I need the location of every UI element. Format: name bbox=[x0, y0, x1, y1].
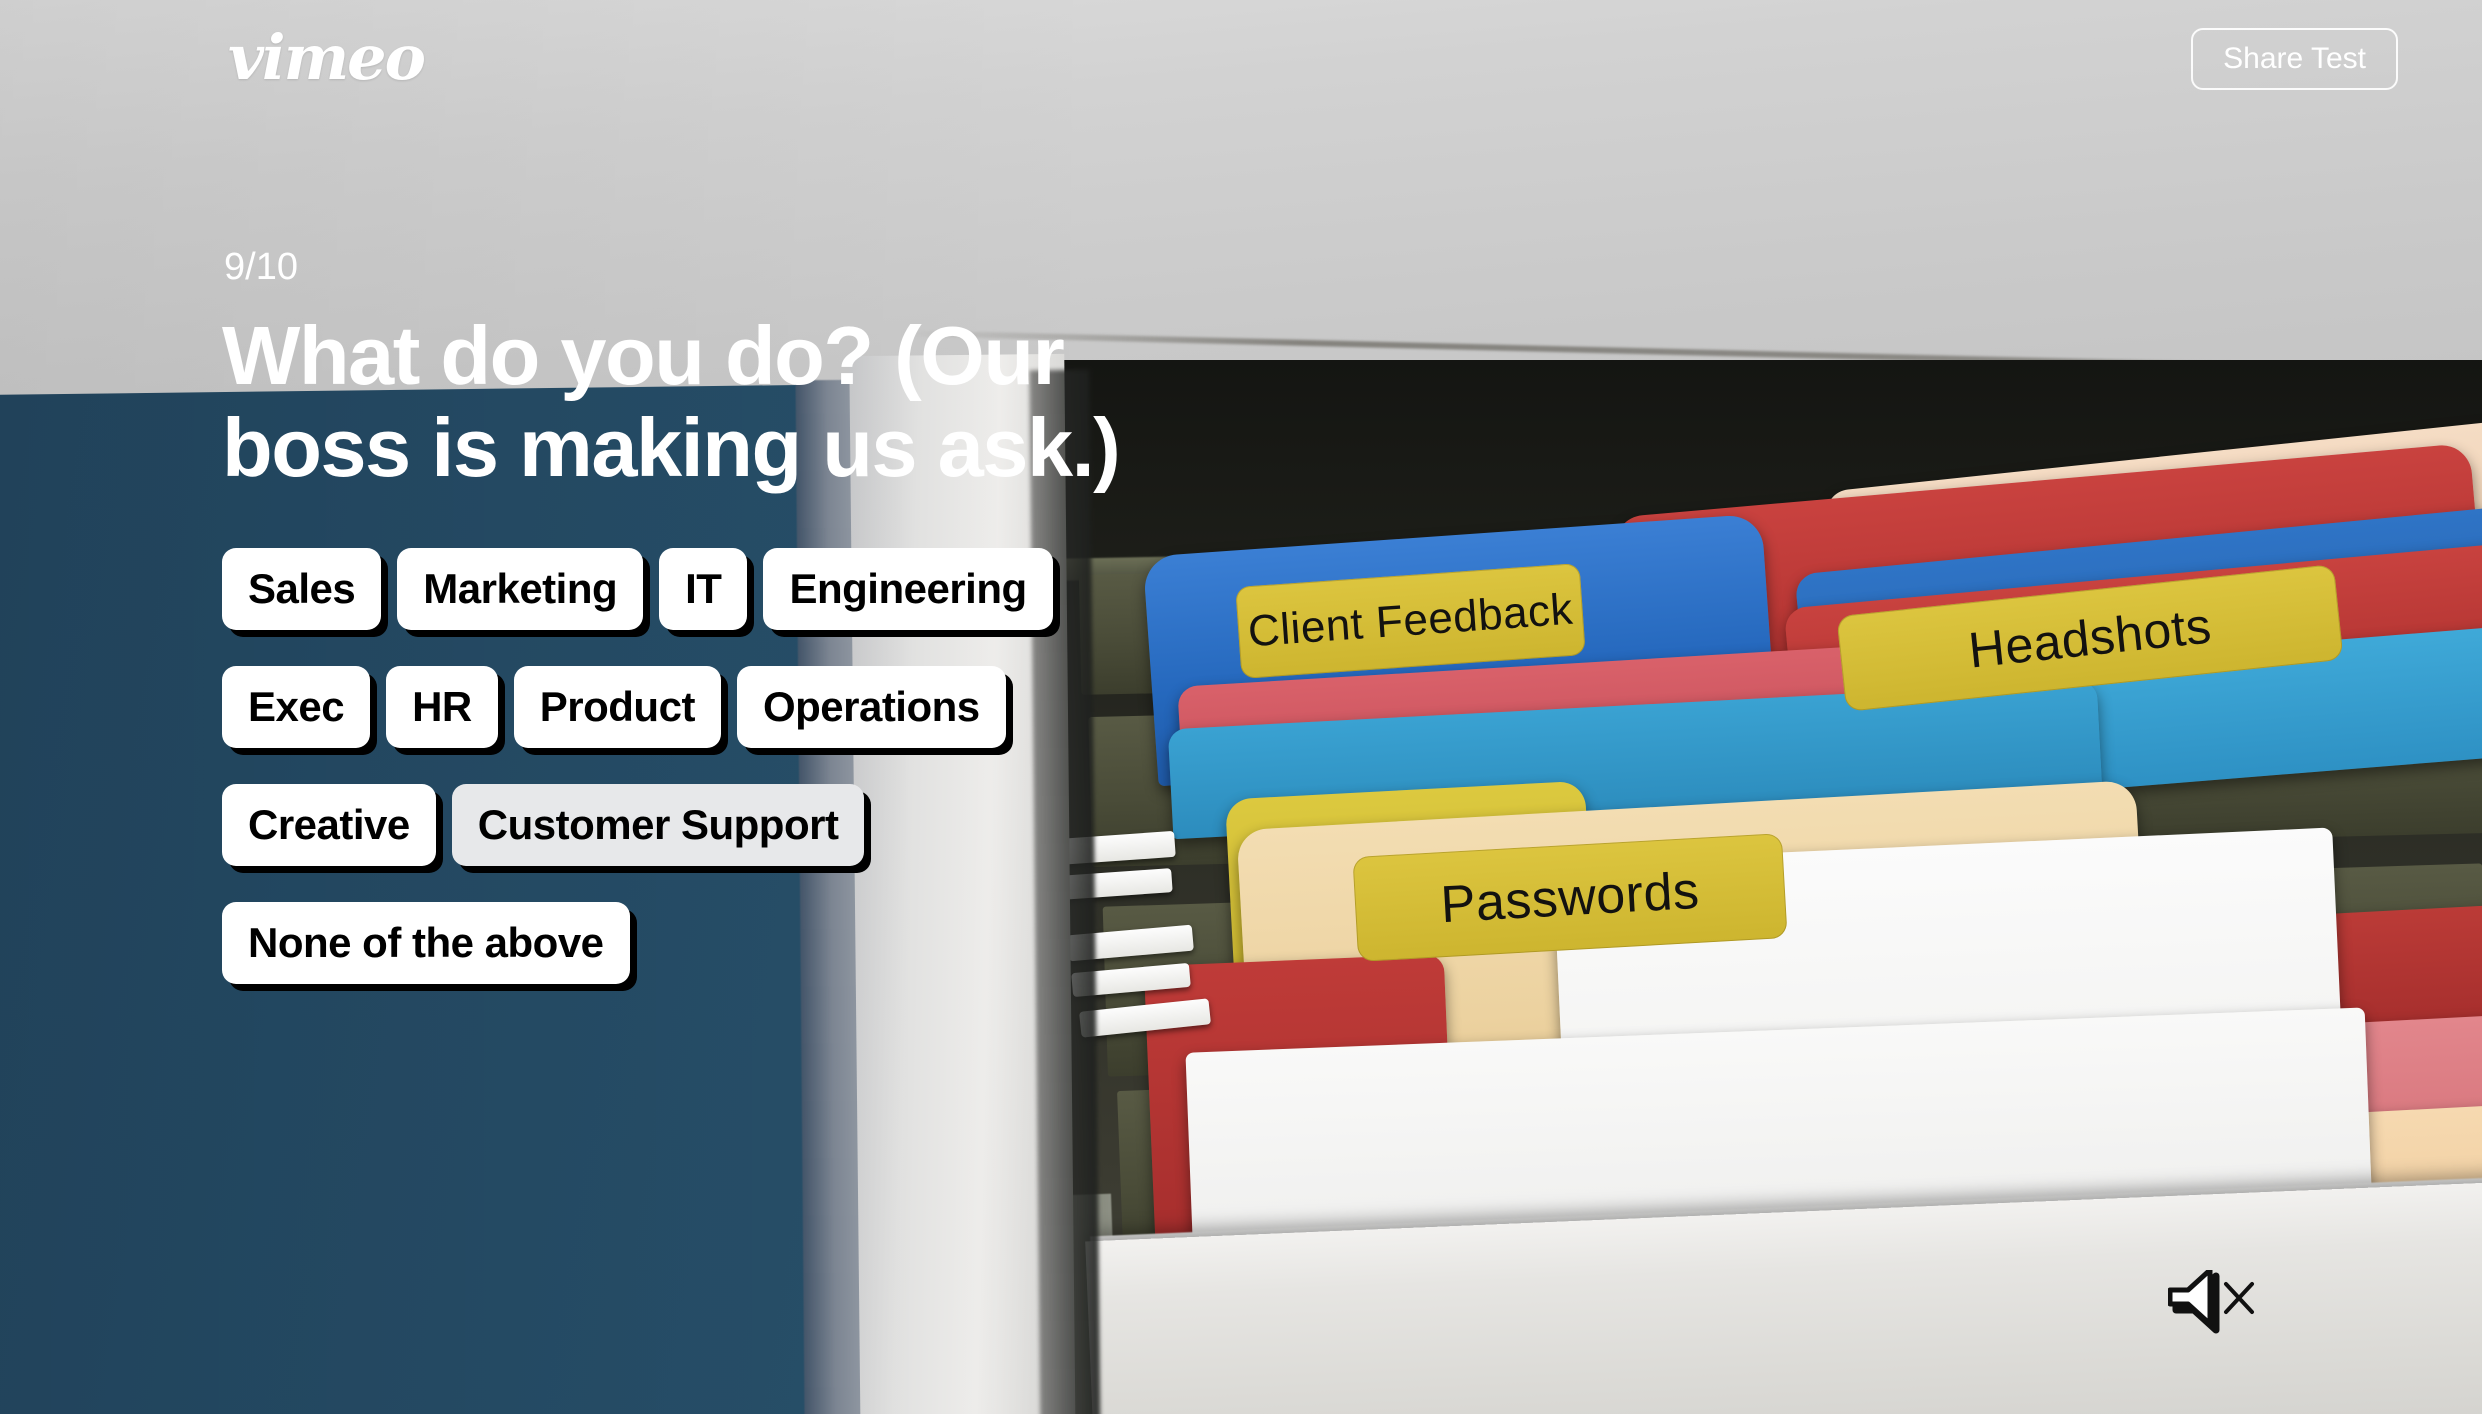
share-test-button[interactable]: Share Test bbox=[2191, 28, 2398, 90]
volume-mute-icon[interactable] bbox=[2167, 1267, 2278, 1340]
answer-option-sales[interactable]: Sales bbox=[222, 548, 382, 630]
answer-option-product[interactable]: Product bbox=[513, 666, 721, 748]
interactive-overlay: vimeo Share Test 9/10 What do you do? (O… bbox=[0, 0, 2482, 1414]
answer-option-marketing[interactable]: Marketing bbox=[397, 548, 644, 630]
answer-option-engineering[interactable]: Engineering bbox=[763, 548, 1053, 630]
answer-option-customer-support[interactable]: Customer Support bbox=[451, 784, 865, 866]
question-title: What do you do? (Our boss is making us a… bbox=[222, 309, 1121, 494]
answer-option-it[interactable]: IT bbox=[659, 548, 748, 630]
answer-options-list: Sales Marketing IT Engineering Exec HR Product… bbox=[222, 548, 1472, 984]
answer-option-hr[interactable]: HR bbox=[386, 666, 498, 748]
answer-option-none-of-the-above[interactable]: None of the above bbox=[222, 902, 630, 984]
answer-option-creative[interactable]: Creative bbox=[222, 784, 436, 866]
answer-option-operations[interactable]: Operations bbox=[736, 666, 1006, 748]
answer-option-exec[interactable]: Exec bbox=[222, 666, 371, 748]
vimeo-interactive-video-player: Client Feedback Headshots Passwords vime… bbox=[0, 0, 2482, 1414]
question-counter: 9/10 bbox=[224, 246, 298, 288]
vimeo-logo[interactable]: vimeo bbox=[228, 27, 426, 89]
